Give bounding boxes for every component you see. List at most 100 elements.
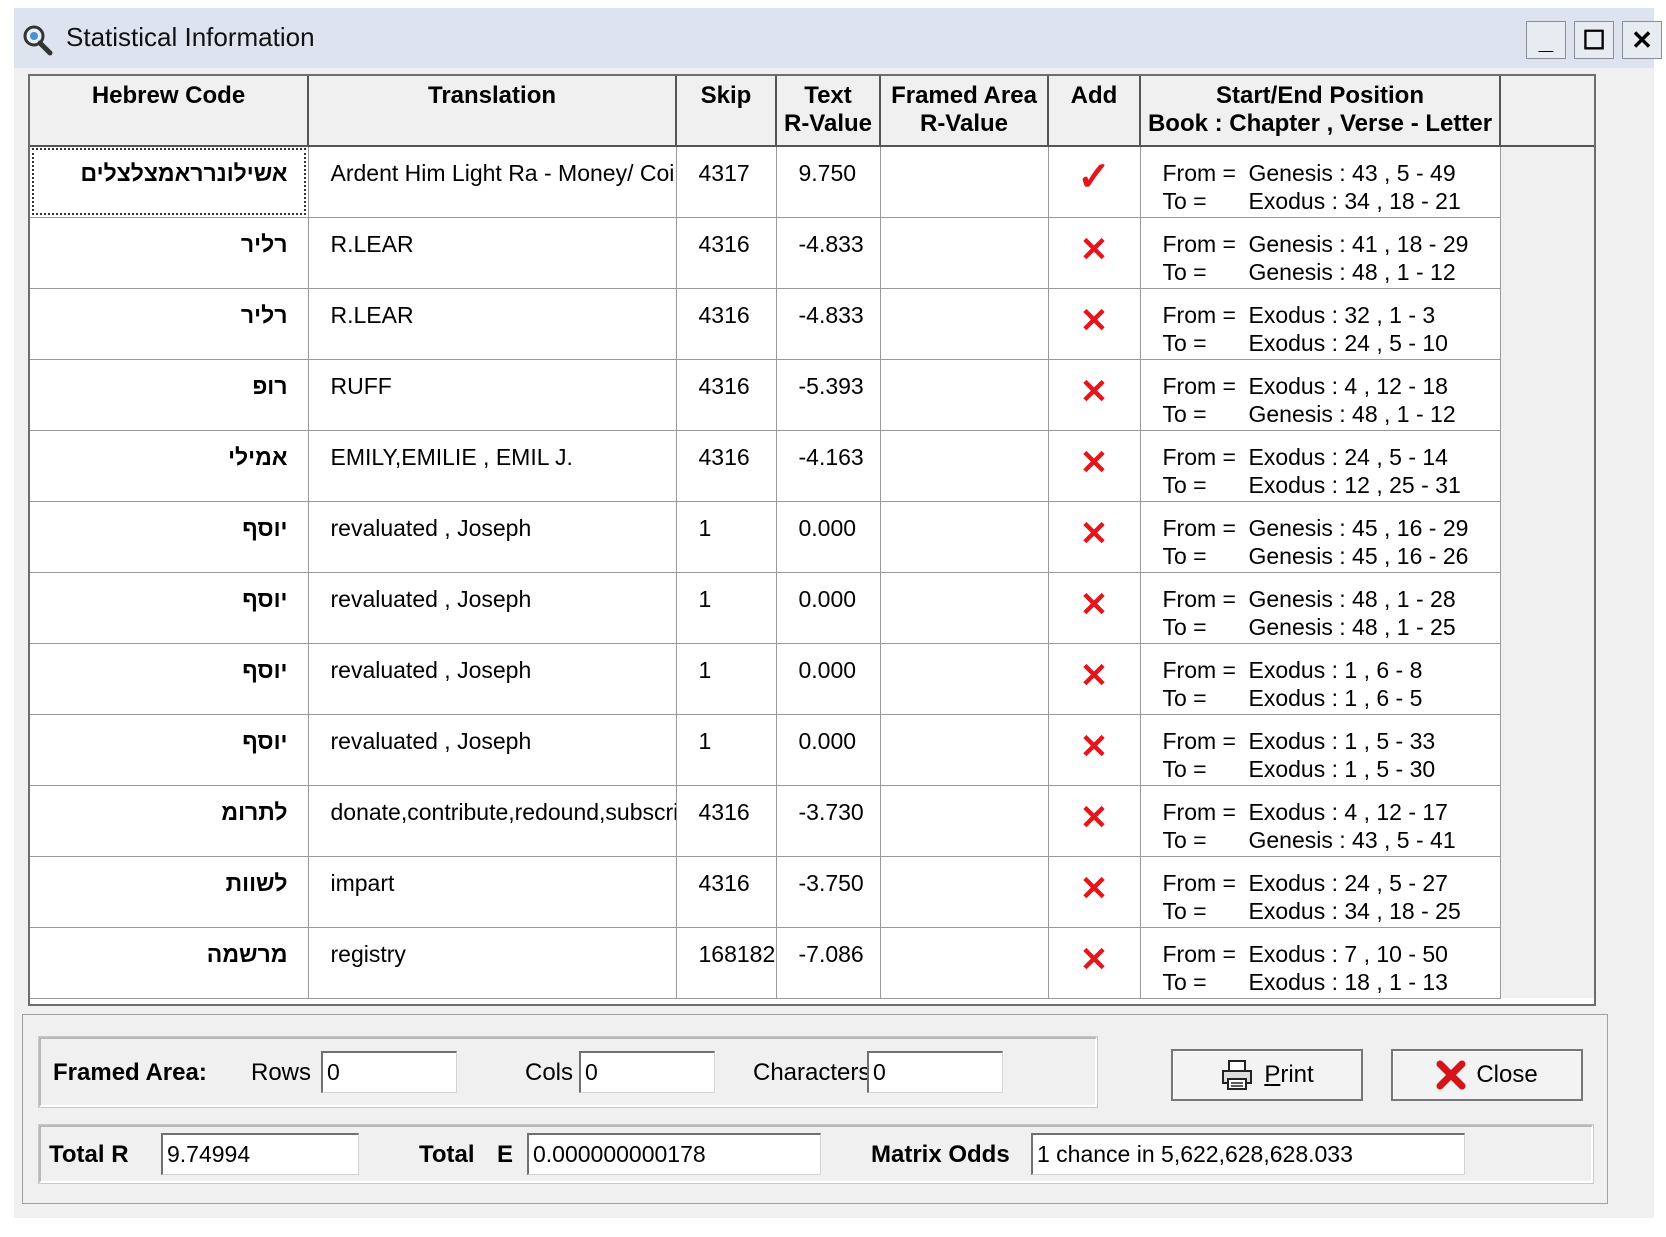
table-row[interactable]: יוסף revaluated , Joseph 1 0.000 ✕ From = Gene…: [30, 501, 1594, 573]
rows-input[interactable]: [321, 1051, 457, 1093]
translation-cell[interactable]: RUFF: [308, 359, 677, 431]
position-cell[interactable]: From = Exodus : 4 , 12 - 17 To = Genesis : …: [1140, 785, 1501, 857]
translation-cell[interactable]: Ardent Him Light Ra - Money/ Coins: [308, 146, 677, 218]
hebrew-code-cell[interactable]: אמילי: [30, 430, 309, 502]
framed-r-value-cell[interactable]: [880, 359, 1049, 431]
hebrew-code-cell[interactable]: רופ: [30, 359, 309, 431]
x-mark-icon[interactable]: ✕: [1080, 444, 1109, 482]
text-r-value-cell[interactable]: 0.000: [776, 572, 881, 644]
hebrew-code-cell[interactable]: יוסף: [30, 501, 309, 573]
matrix-odds-field[interactable]: [1031, 1133, 1465, 1175]
add-cell[interactable]: ✕: [1048, 430, 1141, 502]
text-r-value-cell[interactable]: -4.833: [776, 217, 881, 289]
position-cell[interactable]: From = Exodus : 7 , 10 - 50 To = Exodus : 1…: [1140, 927, 1501, 999]
header-framed-area-r-value[interactable]: Framed Area R-Value: [880, 76, 1049, 147]
text-r-value-cell[interactable]: -3.730: [776, 785, 881, 857]
position-cell[interactable]: From = Genesis : 41 , 18 - 29 To = Genesis …: [1140, 217, 1501, 289]
translation-cell[interactable]: registry: [308, 927, 677, 999]
table-row[interactable]: רליר R.LEAR 4316 -4.833 ✕ From = Exodus : 32 ,…: [30, 288, 1594, 360]
translation-cell[interactable]: revaluated , Joseph: [308, 572, 677, 644]
x-mark-icon[interactable]: ✕: [1080, 231, 1109, 269]
characters-input[interactable]: [867, 1051, 1003, 1093]
table-row[interactable]: יוסף revaluated , Joseph 1 0.000 ✕ From = Exod…: [30, 714, 1594, 786]
checkmark-icon[interactable]: ✓: [1077, 155, 1111, 199]
x-mark-icon[interactable]: ✕: [1080, 586, 1109, 624]
translation-cell[interactable]: revaluated , Joseph: [308, 501, 677, 573]
position-cell[interactable]: From = Genesis : 45 , 16 - 29 To = Genesis …: [1140, 501, 1501, 573]
translation-cell[interactable]: R.LEAR: [308, 217, 677, 289]
header-text-r-value[interactable]: Text R-Value: [776, 76, 881, 147]
table-row[interactable]: רליר R.LEAR 4316 -4.833 ✕ From = Genesis : 41 …: [30, 217, 1594, 289]
text-r-value-cell[interactable]: 0.000: [776, 501, 881, 573]
header-translation[interactable]: Translation: [308, 76, 677, 147]
framed-r-value-cell[interactable]: [880, 430, 1049, 502]
position-cell[interactable]: From = Exodus : 1 , 6 - 8 To = Exodus : 1 ,…: [1140, 643, 1501, 715]
x-mark-icon[interactable]: ✕: [1080, 657, 1109, 695]
add-cell[interactable]: ✕: [1048, 572, 1141, 644]
skip-cell[interactable]: 1: [676, 643, 777, 715]
translation-cell[interactable]: EMILY,EMILIE , EMIL J.: [308, 430, 677, 502]
translation-cell[interactable]: donate,contribute,redound,subscribe: [308, 785, 677, 857]
position-cell[interactable]: From = Genesis : 48 , 1 - 28 To = Genesis :…: [1140, 572, 1501, 644]
cols-input[interactable]: [579, 1051, 715, 1093]
add-cell[interactable]: ✕: [1048, 785, 1141, 857]
text-r-value-cell[interactable]: -4.163: [776, 430, 881, 502]
x-mark-icon[interactable]: ✕: [1080, 799, 1109, 837]
skip-cell[interactable]: 1: [676, 501, 777, 573]
header-start-end-position[interactable]: Start/End Position Book : Chapter , Verse…: [1140, 76, 1501, 147]
framed-r-value-cell[interactable]: [880, 714, 1049, 786]
text-r-value-cell[interactable]: 0.000: [776, 714, 881, 786]
hebrew-code-cell[interactable]: מרשמה: [30, 927, 309, 999]
add-cell[interactable]: ✕: [1048, 927, 1141, 999]
hebrew-code-cell[interactable]: רליר: [30, 288, 309, 360]
text-r-value-cell[interactable]: -5.393: [776, 359, 881, 431]
table-row[interactable]: אשילונרראמצלצלים Ardent Him Light Ra - Mo…: [30, 146, 1594, 218]
hebrew-code-cell[interactable]: יוסף: [30, 714, 309, 786]
translation-cell[interactable]: revaluated , Joseph: [308, 714, 677, 786]
table-row[interactable]: לתרומ donate,contribute,redound,subscribe…: [30, 785, 1594, 857]
framed-r-value-cell[interactable]: [880, 785, 1049, 857]
statistics-table[interactable]: Hebrew Code Translation Skip Text R-Value…: [28, 74, 1596, 1006]
position-cell[interactable]: From = Exodus : 1 , 5 - 33 To = Exodus : 1 …: [1140, 714, 1501, 786]
maximize-button[interactable]: ☐: [1574, 21, 1614, 59]
hebrew-code-cell[interactable]: אשילונרראמצלצלים: [30, 146, 309, 218]
text-r-value-cell[interactable]: -3.750: [776, 856, 881, 928]
add-cell[interactable]: ✕: [1048, 288, 1141, 360]
table-row[interactable]: יוסף revaluated , Joseph 1 0.000 ✕ From = Exod…: [30, 643, 1594, 715]
x-mark-icon[interactable]: ✕: [1080, 302, 1109, 340]
x-mark-icon[interactable]: ✕: [1080, 515, 1109, 553]
header-add[interactable]: Add: [1048, 76, 1141, 147]
x-mark-icon[interactable]: ✕: [1080, 941, 1109, 979]
framed-r-value-cell[interactable]: [880, 927, 1049, 999]
skip-cell[interactable]: 4316: [676, 856, 777, 928]
hebrew-code-cell[interactable]: לתרומ: [30, 785, 309, 857]
hebrew-code-cell[interactable]: יוסף: [30, 572, 309, 644]
text-r-value-cell[interactable]: -7.086: [776, 927, 881, 999]
total-r-field[interactable]: [161, 1133, 359, 1175]
x-mark-icon[interactable]: ✕: [1080, 728, 1109, 766]
minimize-button[interactable]: _: [1526, 21, 1566, 59]
framed-r-value-cell[interactable]: [880, 501, 1049, 573]
add-cell[interactable]: ✕: [1048, 359, 1141, 431]
header-hebrew-code[interactable]: Hebrew Code: [30, 76, 309, 147]
skip-cell[interactable]: 4316: [676, 217, 777, 289]
skip-cell[interactable]: 4316: [676, 785, 777, 857]
skip-cell[interactable]: 1681820: [676, 927, 777, 999]
close-button[interactable]: Close: [1391, 1049, 1583, 1101]
skip-cell[interactable]: 4316: [676, 430, 777, 502]
position-cell[interactable]: From = Exodus : 32 , 1 - 3 To = Exodus : 24…: [1140, 288, 1501, 360]
position-cell[interactable]: From = Exodus : 24 , 5 - 14 To = Exodus : 1…: [1140, 430, 1501, 502]
add-cell[interactable]: ✕: [1048, 217, 1141, 289]
hebrew-code-cell[interactable]: יוסף: [30, 643, 309, 715]
total-e-field[interactable]: [527, 1133, 821, 1175]
hebrew-code-cell[interactable]: לשוות: [30, 856, 309, 928]
framed-r-value-cell[interactable]: [880, 856, 1049, 928]
framed-r-value-cell[interactable]: [880, 572, 1049, 644]
header-skip[interactable]: Skip: [676, 76, 777, 147]
translation-cell[interactable]: revaluated , Joseph: [308, 643, 677, 715]
framed-r-value-cell[interactable]: [880, 146, 1049, 218]
framed-r-value-cell[interactable]: [880, 643, 1049, 715]
add-cell[interactable]: ✕: [1048, 501, 1141, 573]
skip-cell[interactable]: 4316: [676, 288, 777, 360]
print-button[interactable]: Print: [1171, 1049, 1363, 1101]
